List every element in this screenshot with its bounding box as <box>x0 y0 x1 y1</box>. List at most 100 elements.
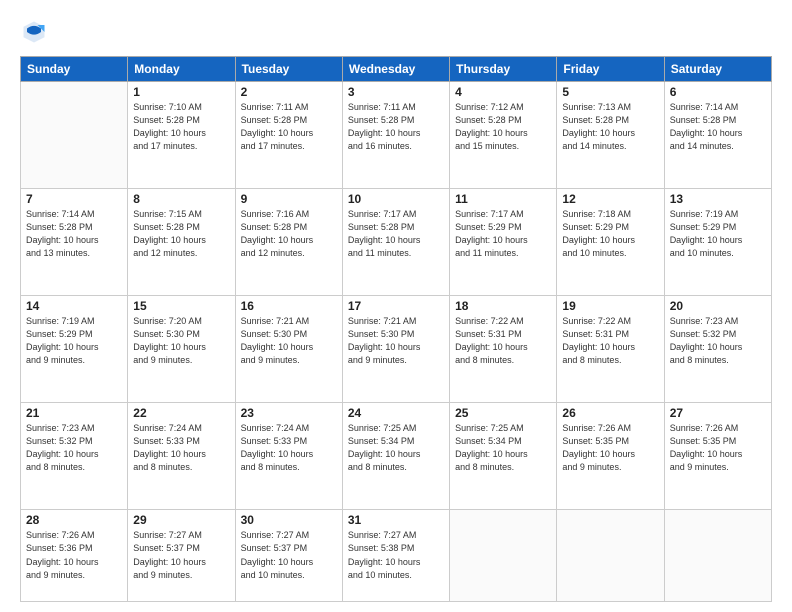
cell-info-text: Sunrise: 7:26 AM Sunset: 5:35 PM Dayligh… <box>562 422 658 474</box>
calendar-cell: 5 Sunrise: 7:13 AM Sunset: 5:28 PM Daylig… <box>557 82 664 189</box>
cell-info-text: Sunrise: 7:21 AM Sunset: 5:30 PM Dayligh… <box>348 315 444 367</box>
calendar-cell <box>664 510 771 602</box>
cell-day-number: 4 <box>455 85 551 99</box>
cell-day-number: 18 <box>455 299 551 313</box>
calendar-cell: 10Sunrise: 7:17 AM Sunset: 5:28 PM Dayli… <box>342 189 449 296</box>
cell-info-text: Sunrise: 7:16 AM Sunset: 5:28 PM Dayligh… <box>241 208 337 260</box>
cell-day-number: 2 <box>241 85 337 99</box>
calendar-cell: 14 Sunrise: 7:19 AM Sunset: 5:29 PM Dayli… <box>21 296 128 403</box>
cell-info-text: Sunrise: 7:25 AM Sunset: 5:34 PM Dayligh… <box>348 422 444 474</box>
calendar-cell: 28 Sunrise: 7:26 AM Sunset: 5:36 PM Dayli… <box>21 510 128 602</box>
calendar-cell: 13 Sunrise: 7:19 AM Sunset: 5:29 PM Dayli… <box>664 189 771 296</box>
calendar-cell: 2 Sunrise: 7:11 AM Sunset: 5:28 PM Daylig… <box>235 82 342 189</box>
cell-day-number: 22 <box>133 406 229 420</box>
calendar-table: SundayMondayTuesdayWednesdayThursdayFrid… <box>20 56 772 602</box>
calendar-header-row: SundayMondayTuesdayWednesdayThursdayFrid… <box>21 57 772 82</box>
cell-day-number: 8 <box>133 192 229 206</box>
cell-day-number: 21 <box>26 406 122 420</box>
cell-day-number: 16 <box>241 299 337 313</box>
calendar-cell: 21 Sunrise: 7:23 AM Sunset: 5:32 PM Dayli… <box>21 403 128 510</box>
cell-info-text: Sunrise: 7:11 AM Sunset: 5:28 PM Dayligh… <box>241 101 337 153</box>
cell-day-number: 15 <box>133 299 229 313</box>
cell-day-number: 12 <box>562 192 658 206</box>
cell-day-number: 24 <box>348 406 444 420</box>
cell-day-number: 23 <box>241 406 337 420</box>
calendar-cell: 23 Sunrise: 7:24 AM Sunset: 5:33 PM Dayli… <box>235 403 342 510</box>
cell-day-number: 20 <box>670 299 766 313</box>
cell-day-number: 14 <box>26 299 122 313</box>
calendar-cell: 30 Sunrise: 7:27 AM Sunset: 5:37 PM Dayli… <box>235 510 342 602</box>
cell-info-text: Sunrise: 7:21 AM Sunset: 5:30 PM Dayligh… <box>241 315 337 367</box>
cell-day-number: 25 <box>455 406 551 420</box>
cell-info-text: Sunrise: 7:15 AM Sunset: 5:28 PM Dayligh… <box>133 208 229 260</box>
calendar-cell: 29 Sunrise: 7:27 AM Sunset: 5:37 PM Dayli… <box>128 510 235 602</box>
cell-day-number: 26 <box>562 406 658 420</box>
cell-info-text: Sunrise: 7:11 AM Sunset: 5:28 PM Dayligh… <box>348 101 444 153</box>
week-row-5: 28 Sunrise: 7:26 AM Sunset: 5:36 PM Dayli… <box>21 510 772 602</box>
cell-info-text: Sunrise: 7:19 AM Sunset: 5:29 PM Dayligh… <box>670 208 766 260</box>
cell-info-text: Sunrise: 7:22 AM Sunset: 5:31 PM Dayligh… <box>455 315 551 367</box>
calendar-cell: 18 Sunrise: 7:22 AM Sunset: 5:31 PM Dayli… <box>450 296 557 403</box>
calendar-cell: 3 Sunrise: 7:11 AM Sunset: 5:28 PM Daylig… <box>342 82 449 189</box>
cell-day-number: 6 <box>670 85 766 99</box>
cell-info-text: Sunrise: 7:14 AM Sunset: 5:28 PM Dayligh… <box>670 101 766 153</box>
cell-info-text: Sunrise: 7:22 AM Sunset: 5:31 PM Dayligh… <box>562 315 658 367</box>
cell-info-text: Sunrise: 7:23 AM Sunset: 5:32 PM Dayligh… <box>670 315 766 367</box>
cell-info-text: Sunrise: 7:10 AM Sunset: 5:28 PM Dayligh… <box>133 101 229 153</box>
calendar-cell: 16 Sunrise: 7:21 AM Sunset: 5:30 PM Dayli… <box>235 296 342 403</box>
calendar-cell: 6 Sunrise: 7:14 AM Sunset: 5:28 PM Daylig… <box>664 82 771 189</box>
day-header-friday: Friday <box>557 57 664 82</box>
calendar-cell: 12 Sunrise: 7:18 AM Sunset: 5:29 PM Dayli… <box>557 189 664 296</box>
cell-day-number: 28 <box>26 513 122 527</box>
cell-day-number: 11 <box>455 192 551 206</box>
cell-info-text: Sunrise: 7:17 AM Sunset: 5:28 PM Dayligh… <box>348 208 444 260</box>
day-header-tuesday: Tuesday <box>235 57 342 82</box>
week-row-1: 1 Sunrise: 7:10 AM Sunset: 5:28 PM Daylig… <box>21 82 772 189</box>
cell-info-text: Sunrise: 7:19 AM Sunset: 5:29 PM Dayligh… <box>26 315 122 367</box>
day-header-wednesday: Wednesday <box>342 57 449 82</box>
calendar-cell <box>557 510 664 602</box>
calendar-cell: 22Sunrise: 7:24 AM Sunset: 5:33 PM Dayli… <box>128 403 235 510</box>
cell-info-text: Sunrise: 7:26 AM Sunset: 5:36 PM Dayligh… <box>26 529 122 581</box>
calendar-cell: 27 Sunrise: 7:26 AM Sunset: 5:35 PM Dayli… <box>664 403 771 510</box>
cell-day-number: 13 <box>670 192 766 206</box>
cell-info-text: Sunrise: 7:14 AM Sunset: 5:28 PM Dayligh… <box>26 208 122 260</box>
day-header-thursday: Thursday <box>450 57 557 82</box>
cell-info-text: Sunrise: 7:26 AM Sunset: 5:35 PM Dayligh… <box>670 422 766 474</box>
calendar-cell: 9 Sunrise: 7:16 AM Sunset: 5:28 PM Daylig… <box>235 189 342 296</box>
calendar-cell <box>450 510 557 602</box>
calendar-cell <box>21 82 128 189</box>
day-header-saturday: Saturday <box>664 57 771 82</box>
week-row-4: 21 Sunrise: 7:23 AM Sunset: 5:32 PM Dayli… <box>21 403 772 510</box>
cell-day-number: 19 <box>562 299 658 313</box>
cell-info-text: Sunrise: 7:27 AM Sunset: 5:37 PM Dayligh… <box>241 529 337 581</box>
calendar-cell: 26 Sunrise: 7:26 AM Sunset: 5:35 PM Dayli… <box>557 403 664 510</box>
day-header-monday: Monday <box>128 57 235 82</box>
cell-day-number: 27 <box>670 406 766 420</box>
cell-info-text: Sunrise: 7:20 AM Sunset: 5:30 PM Dayligh… <box>133 315 229 367</box>
logo-icon <box>20 18 48 46</box>
cell-day-number: 30 <box>241 513 337 527</box>
cell-day-number: 9 <box>241 192 337 206</box>
logo <box>20 18 52 46</box>
cell-info-text: Sunrise: 7:27 AM Sunset: 5:38 PM Dayligh… <box>348 529 444 581</box>
cell-day-number: 29 <box>133 513 229 527</box>
cell-info-text: Sunrise: 7:27 AM Sunset: 5:37 PM Dayligh… <box>133 529 229 581</box>
cell-day-number: 7 <box>26 192 122 206</box>
cell-info-text: Sunrise: 7:13 AM Sunset: 5:28 PM Dayligh… <box>562 101 658 153</box>
cell-info-text: Sunrise: 7:25 AM Sunset: 5:34 PM Dayligh… <box>455 422 551 474</box>
calendar-cell: 24 Sunrise: 7:25 AM Sunset: 5:34 PM Dayli… <box>342 403 449 510</box>
cell-info-text: Sunrise: 7:23 AM Sunset: 5:32 PM Dayligh… <box>26 422 122 474</box>
calendar-cell: 25 Sunrise: 7:25 AM Sunset: 5:34 PM Dayli… <box>450 403 557 510</box>
cell-info-text: Sunrise: 7:24 AM Sunset: 5:33 PM Dayligh… <box>241 422 337 474</box>
calendar-cell: 1 Sunrise: 7:10 AM Sunset: 5:28 PM Daylig… <box>128 82 235 189</box>
cell-day-number: 31 <box>348 513 444 527</box>
cell-day-number: 5 <box>562 85 658 99</box>
cell-info-text: Sunrise: 7:18 AM Sunset: 5:29 PM Dayligh… <box>562 208 658 260</box>
cell-day-number: 1 <box>133 85 229 99</box>
cell-day-number: 3 <box>348 85 444 99</box>
calendar-cell: 11Sunrise: 7:17 AM Sunset: 5:29 PM Dayli… <box>450 189 557 296</box>
calendar-cell: 15 Sunrise: 7:20 AM Sunset: 5:30 PM Dayli… <box>128 296 235 403</box>
calendar-cell: 8 Sunrise: 7:15 AM Sunset: 5:28 PM Daylig… <box>128 189 235 296</box>
calendar-cell: 4Sunrise: 7:12 AM Sunset: 5:28 PM Daylig… <box>450 82 557 189</box>
